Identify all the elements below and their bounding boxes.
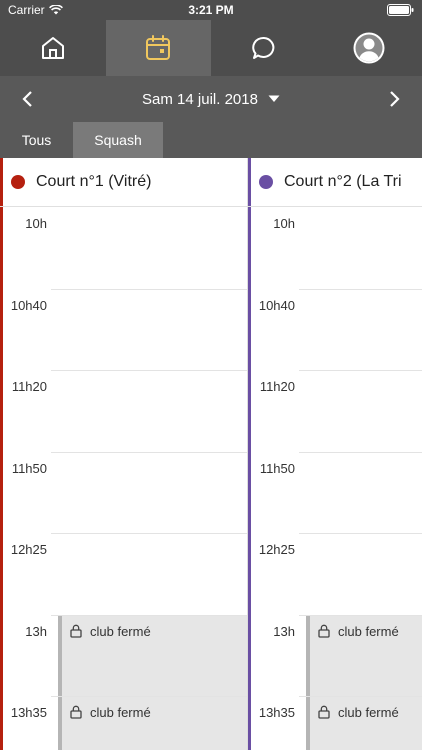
- time-slot[interactable]: 11h20: [3, 371, 247, 453]
- court-column: Court n°2 (La Tri 10h 10h40 11h20 11h50 12h2…: [248, 158, 422, 750]
- slot-time-label: 11h20: [11, 379, 47, 394]
- filter-tab-all[interactable]: Tous: [0, 122, 73, 158]
- court-color-dot: [259, 175, 273, 189]
- slot-time-label: 13h35: [10, 705, 47, 720]
- time-slot[interactable]: 13h35 club fermé: [251, 697, 422, 750]
- slot-status-label: club fermé: [338, 705, 399, 720]
- top-navigation: [0, 20, 422, 76]
- date-bar: Sam 14 juil. 2018: [0, 76, 422, 122]
- time-slot[interactable]: 11h20: [251, 371, 422, 453]
- court-name: Court n°1 (Vitré): [36, 173, 152, 190]
- lock-icon: [70, 705, 82, 719]
- closed-slot: club fermé: [306, 615, 422, 696]
- battery-icon: [387, 4, 414, 16]
- time-slot[interactable]: 10h: [251, 208, 422, 290]
- slot-time-label: 13h: [25, 623, 47, 639]
- slot-status-label: club fermé: [90, 623, 151, 639]
- slot-time-label: 11h50: [259, 460, 295, 476]
- nav-tab-messages[interactable]: [211, 20, 317, 76]
- chevron-right-icon: [390, 91, 400, 107]
- closed-slot: club fermé: [58, 697, 247, 750]
- slot-time-label: 10h: [273, 216, 295, 231]
- slot-time-label: 10h: [25, 216, 47, 231]
- time-slot[interactable]: 13h club fermé: [3, 615, 247, 697]
- lock-icon: [70, 624, 82, 638]
- slot-time-label: 10h40: [10, 297, 47, 313]
- slot-status-label: club fermé: [90, 705, 151, 720]
- time-slot[interactable]: 12h25: [3, 534, 247, 616]
- chat-icon: [252, 36, 275, 59]
- sport-filter-bar: Tous Squash: [0, 122, 422, 158]
- calendar-icon: [146, 35, 171, 60]
- court-header: Court n°1 (Vitré): [0, 158, 248, 207]
- time-slot[interactable]: 11h50: [251, 453, 422, 534]
- court-column: Court n°1 (Vitré) 10h 10h40 11h20 11h50 12h2…: [0, 158, 248, 750]
- nav-tab-calendar[interactable]: [105, 20, 211, 76]
- filter-tab-squash[interactable]: Squash: [73, 122, 163, 158]
- status-bar: Carrier 3:21 PM: [0, 0, 422, 20]
- slot-time-label: 11h20: [259, 379, 295, 394]
- time-slot[interactable]: 10h40: [251, 290, 422, 371]
- next-day-button[interactable]: [372, 76, 418, 122]
- nav-tab-home[interactable]: [0, 20, 106, 76]
- nav-tab-profile[interactable]: [317, 20, 422, 76]
- time-slot[interactable]: 12h25: [251, 534, 422, 616]
- court-header: Court n°2 (La Tri: [248, 158, 422, 207]
- current-date: Sam 14 juil. 2018: [142, 90, 258, 108]
- time-slot[interactable]: 10h: [3, 208, 247, 290]
- court-columns: Court n°1 (Vitré) 10h 10h40 11h20 11h50 12h2…: [0, 158, 422, 750]
- slot-time-label: 10h40: [258, 297, 295, 313]
- slot-time-label: 12h25: [10, 542, 47, 557]
- slot-status-label: club fermé: [338, 623, 399, 639]
- profile-icon: [353, 32, 385, 64]
- lock-icon: [318, 705, 330, 719]
- time-slot[interactable]: 10h40: [3, 290, 247, 371]
- caret-down-icon: [268, 95, 280, 102]
- slot-time-label: 11h50: [11, 460, 47, 476]
- time-slot[interactable]: 13h35 club fermé: [3, 697, 247, 750]
- lock-icon: [318, 624, 330, 638]
- home-icon: [41, 37, 64, 59]
- closed-slot: club fermé: [306, 697, 422, 750]
- status-time: 3:21 PM: [188, 3, 234, 17]
- slot-time-label: 12h25: [258, 542, 295, 557]
- slot-time-label: 13h35: [258, 705, 295, 720]
- closed-slot: club fermé: [58, 615, 247, 696]
- date-selector[interactable]: Sam 14 juil. 2018: [0, 76, 422, 122]
- court-name: Court n°2 (La Tri: [284, 173, 402, 190]
- court-color-dot: [11, 175, 25, 189]
- slot-time-label: 13h: [273, 623, 295, 639]
- time-slot[interactable]: 13h club fermé: [251, 615, 422, 697]
- time-slot[interactable]: 11h50: [3, 453, 247, 534]
